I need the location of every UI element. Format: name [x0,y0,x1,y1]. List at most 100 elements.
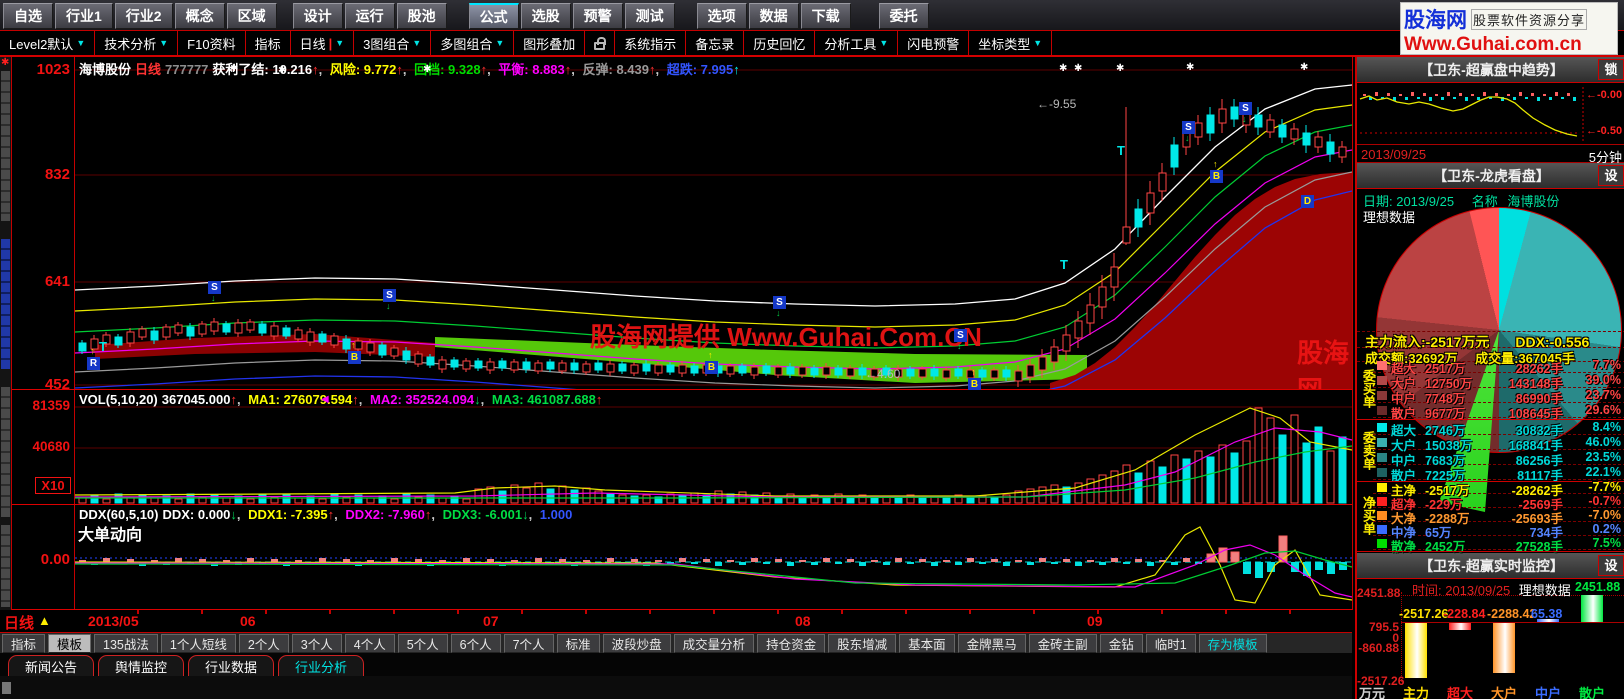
template-tab-3[interactable]: 1个人短线 [160,633,236,653]
lock-button[interactable]: 锁 [1598,59,1624,80]
axis-label: 0.00 [40,551,70,568]
template-tab-19[interactable]: 临时1 [1145,633,1196,653]
t-signal-marker: T [1060,257,1068,272]
order-table-row: 超大 2746万 30832手 8.4% [1373,420,1624,438]
template-tab-8[interactable]: 6个人 [450,633,501,653]
menu-item-17[interactable]: 下载 [800,3,851,29]
snowflake-marker-icon: ✱ [230,63,239,74]
monitor-axis-label: -860.88 [1358,641,1399,655]
left-vertical-toolbar[interactable]: ✱ [0,57,12,610]
bottom-tab-1[interactable]: 舆情监控 [98,655,185,676]
template-tab-12[interactable]: 成交量分析 [673,633,755,653]
trend-panel-header: 【卫东-超赢盘中趋势】 锁 [1357,57,1624,83]
axis-label: 81359 [32,398,70,413]
toolbar-item-12[interactable]: 分析工具 ▼ [815,31,899,55]
template-tab-13[interactable]: 持仓资金 [757,633,826,653]
toolbar-item-2[interactable]: F10资料 [178,31,246,55]
template-tab-5[interactable]: 3个人 [291,633,342,653]
menu-item-16[interactable]: 数据 [748,3,799,29]
r-signal-marker: ↑ R [87,346,100,370]
app-window: 自选 行业1 行业2 概念 区域 设计 运行 股池 公式 选股 预警 测试 选项 数据 下载 委托 Level… [0,0,1624,699]
settings-button[interactable]: 设 [1598,165,1624,186]
toolbar-item-7[interactable]: 图形叠加 [514,31,586,55]
timeline: 日线 ▲ 2013/05 06 07 08 09 [0,610,1352,632]
axis-label: 1023 [36,61,70,78]
menu-item-15[interactable]: 选项 [696,3,747,29]
menu-item-11[interactable]: 选股 [520,3,571,29]
toolbar-item-3[interactable]: 指标 [246,31,291,55]
main-flow-row: 主力流入:-2517万元 DDX:-0.556 [1357,331,1624,350]
toolbar-item-0[interactable]: Level2默认 ▼ [0,31,96,55]
snowflake-marker-icon: ✱ [278,65,287,76]
menu-bar: 自选 行业1 行业2 概念 区域 设计 运行 股池 公式 选股 预警 测试 选项 数据 下载 委托 [0,0,1624,30]
toolbar-item-11[interactable]: 历史回忆 [744,31,816,55]
template-tab-14[interactable]: 股东增减 [828,633,897,653]
period-label[interactable]: 日线 [4,612,34,633]
snowflake-marker-icon: ✱ [1074,63,1083,74]
toolbar-item-14[interactable]: 坐标类型 ▼ [969,31,1053,55]
template-tab-9[interactable]: 7个人 [503,633,554,653]
template-tab-11[interactable]: 波段炒盘 [602,633,671,653]
menu-item-10[interactable]: 公式 [468,3,519,29]
template-tab-7[interactable]: 5个人 [397,633,448,653]
menu-item-2[interactable]: 行业2 [114,3,173,29]
template-tab-16[interactable]: 金牌黑马 [957,633,1026,653]
settings-button[interactable]: 设 [1598,555,1624,576]
toolbar-item-6[interactable]: 多图组合 ▼ [431,31,515,55]
menu-item-13[interactable]: 测试 [624,3,675,29]
bottom-tab-2[interactable]: 行业数据 [188,655,275,676]
bottom-tab-3[interactable]: 行业分析 [278,655,365,676]
sell-signal-marker: S ↓ [1182,121,1195,143]
lock-icon[interactable] [585,31,616,55]
menu-item-1[interactable]: 行业1 [55,3,113,29]
monitor-axis-label: 2451.88 [1357,586,1401,600]
ddx-panel[interactable]: DDX(60,5,10) DDX: 0.000↓, DDX1: -7.395↑, … [75,505,1352,610]
order-table-row: 超大 2517万 28262手 7.7% [1373,358,1624,376]
toolbar-item-10[interactable]: 备忘录 [686,31,745,55]
main-chart-header: 海博股份 日线 777777 获利了结: 10.216↑, 风险: 9.772↑, 回… [79,62,740,77]
template-tab-18[interactable]: 金钻 [1099,633,1143,653]
trend-mini-chart[interactable]: ←-0.00 ←-0.50 [1357,83,1624,145]
toolbar-item-5[interactable]: 3图组合 ▼ [354,31,432,55]
toolbar-item-4[interactable]: 日线 | ▼ [291,31,355,55]
toolbar-item-1[interactable]: 技术分析 ▼ [95,31,179,55]
toolbar-item-13[interactable]: 闪电预警 [898,31,970,55]
menu-item-4[interactable]: 区域 [226,3,277,29]
snowflake-marker-icon: ✱ [1059,63,1068,74]
template-tab-10[interactable]: 标准 [556,633,600,653]
volume-panel[interactable]: VOL(5,10,20) 367045.000↑, MA1: 276079.594… [75,390,1352,505]
menu-item-7[interactable]: 运行 [344,3,395,29]
order-table-row: 大户 15038万 168841手 46.0% [1373,435,1624,453]
template-tab-17[interactable]: 金砖主副 [1028,633,1097,653]
menu-item-12[interactable]: 预警 [572,3,623,29]
menu-item-19[interactable]: 委托 [878,3,929,29]
timeline-label: 06 [240,613,256,629]
toolbar-item-9[interactable]: 系统指示 [615,31,687,55]
template-tab-15[interactable]: 基本面 [899,633,955,653]
main-kline-panel[interactable]: 海博股份 日线 777777 获利了结: 10.216↑, 风险: 9.772↑, 回… [75,57,1352,390]
buy-signal-marker: ↑ B [1210,159,1223,183]
order-table-row: 中户 7683万 86256手 23.5% [1373,450,1624,468]
sell-signal-marker: S ↓ [954,329,967,351]
monitor-legend-label: 散户 [1579,686,1606,699]
template-tab-1[interactable]: 模板 [48,633,92,653]
menu-item-6[interactable]: 设计 [292,3,343,29]
legend-square-icon [1377,406,1387,415]
scroll-knob[interactable] [2,682,11,694]
template-tab-4[interactable]: 2个人 [238,633,289,653]
menu-item-8[interactable]: 股池 [396,3,447,29]
template-tab-20[interactable]: 存为模板 [1198,633,1267,653]
template-tab-6[interactable]: 4个人 [344,633,395,653]
order-group-label: 委买单 [1361,368,1376,408]
monitor-panel-header: 【卫东-超赢实时监控】 设 [1357,553,1624,579]
menu-item-3[interactable]: 概念 [174,3,225,29]
watermark-text: 股海网提供 Www.Guhai.Com.CN [590,322,982,352]
volume-chart[interactable] [75,390,1352,505]
bottom-tab-0[interactable]: 新闻公告 [8,655,95,676]
template-tab-2[interactable]: 135战法 [94,633,158,653]
snowflake-marker-icon: ✱ [1186,62,1195,73]
template-tab-0[interactable]: 指标 [2,633,46,653]
snowflake-marker-icon: ✱ [1116,63,1125,74]
menu-item-0[interactable]: 自选 [3,3,53,29]
template-tab-bar: 指标 模板 135战法 1个人短线 2个人 3个人 4个人 5个人 6个人 7个人 标准 波段炒盘 成交… [0,632,1352,653]
